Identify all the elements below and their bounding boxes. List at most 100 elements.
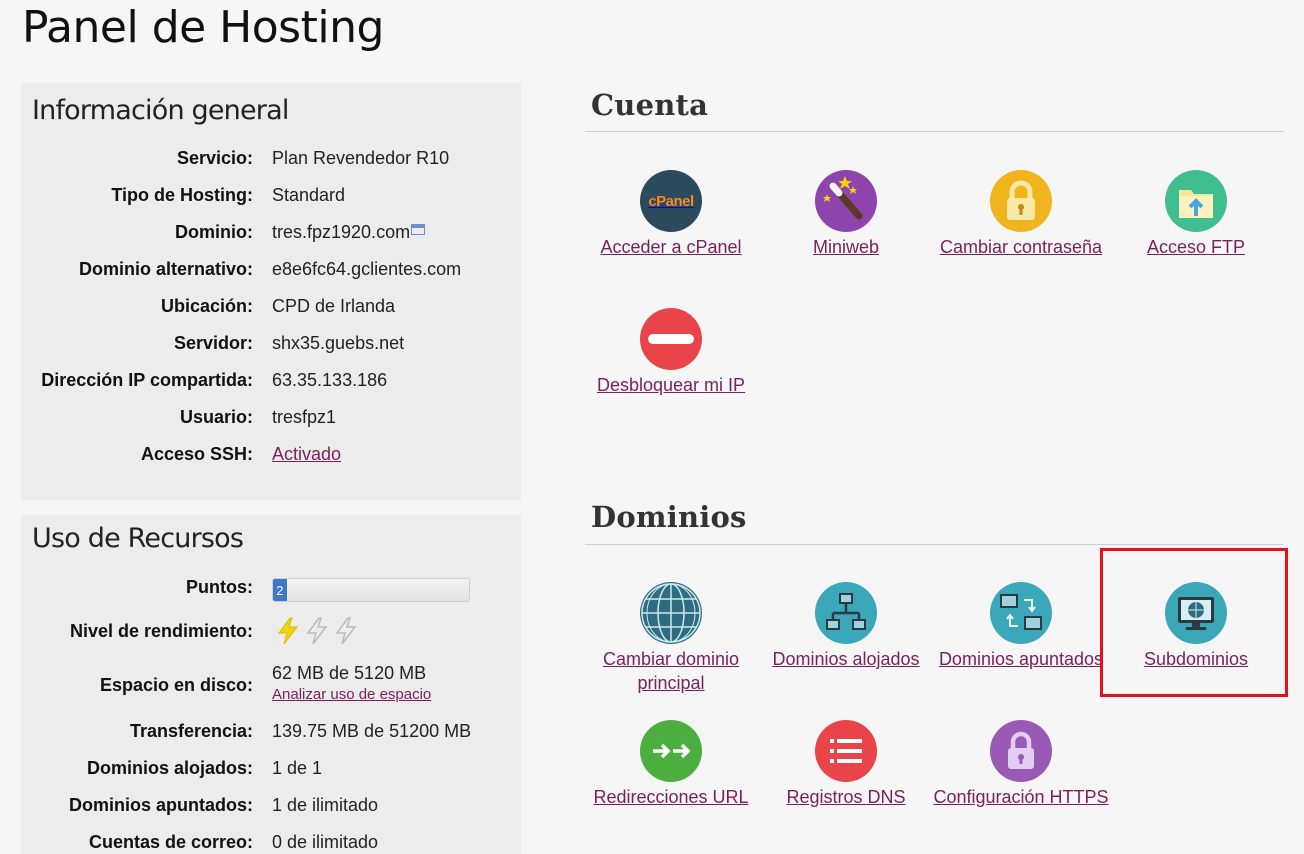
padlock-icon <box>990 720 1052 782</box>
domain-value: tres.fpz1920.com <box>272 222 411 242</box>
info-value: Standard <box>272 185 346 205</box>
info-label: Tipo de Hosting: <box>111 185 253 205</box>
resource-row-mail: Cuentas de correo: 0 de ilimitado <box>21 832 521 854</box>
info-value: Plan Revendedor R10 <box>272 148 450 168</box>
resource-label: Transferencia: <box>129 721 253 741</box>
monitors-sync-icon <box>990 582 1052 644</box>
arrows-right-icon <box>640 720 702 782</box>
info-label: Servicio: <box>176 148 253 168</box>
no-entry-bar <box>648 334 694 344</box>
tile-dns-records[interactable]: Registros DNS <box>758 720 934 809</box>
info-value: 63.35.133.186 <box>272 370 388 390</box>
tile-label: Acceso FTP <box>1146 237 1246 257</box>
info-value-wrap: tres.fpz1920.com <box>272 222 426 243</box>
lightning-bolt-icon <box>335 617 357 645</box>
tile-unblock-ip[interactable]: Desbloquear mi IP <box>583 308 759 397</box>
info-label: Servidor: <box>173 333 253 353</box>
disk-value-wrap: 62 MB de 5120 MB Analizar uso de espacio <box>272 663 431 703</box>
tile-pointed-domains[interactable]: Dominios apuntados <box>933 582 1109 671</box>
page-title: Panel de Hosting <box>22 2 384 53</box>
points-progress-bar: 2 <box>272 578 470 602</box>
tile-change-password[interactable]: Cambiar contraseña <box>933 170 1109 259</box>
general-info-panel: Información general Servicio: Plan Reven… <box>21 83 521 500</box>
disk-value: 62 MB de 5120 MB <box>272 663 427 683</box>
info-label: Ubicación: <box>160 296 253 316</box>
padlock-icon <box>990 170 1052 232</box>
resource-value: 0 de ilimitado <box>272 832 379 852</box>
info-row-ssh: Acceso SSH: Activado <box>21 444 521 474</box>
resource-label: Nivel de rendimiento: <box>69 621 253 641</box>
list-icon <box>815 720 877 782</box>
tile-ftp[interactable]: Acceso FTP <box>1108 170 1284 259</box>
resources-panel: Uso de Recursos Puntos: 2 Nivel de rendi… <box>21 515 521 854</box>
subdomains-highlight-box <box>1100 548 1288 697</box>
resource-row-hosted: Dominios alojados: 1 de 1 <box>21 758 521 788</box>
analyze-space-link[interactable]: Analizar uso de espacio <box>272 686 431 703</box>
lightning-bolt-icon <box>278 617 299 645</box>
cpanel-icon: cPanel <box>640 170 702 232</box>
info-value: e8e6fc64.gclientes.com <box>272 259 462 279</box>
info-row-service: Servicio: Plan Revendedor R10 <box>21 148 521 178</box>
performance-bolts <box>276 617 363 645</box>
section-divider <box>585 544 1284 545</box>
info-row-server: Servidor: shx35.guebs.net <box>21 333 521 363</box>
tile-change-main-domain[interactable]: Cambiar dominio principal <box>583 582 759 695</box>
info-row-location: Ubicación: CPD de Irlanda <box>21 296 521 326</box>
tile-miniweb[interactable]: Miniweb <box>758 170 934 259</box>
magic-wand-icon <box>815 170 877 232</box>
tile-label: Acceder a cPanel <box>600 237 742 257</box>
resource-value: 139.75 MB de 51200 MB <box>272 721 472 741</box>
info-label: Usuario: <box>179 407 253 427</box>
info-row-shared-ip: Dirección IP compartida: 63.35.133.186 <box>21 370 521 400</box>
tile-label: Cambiar contraseña <box>939 237 1103 257</box>
network-icon <box>815 582 877 644</box>
resource-row-disk: Espacio en disco: 62 MB de 5120 MB Anali… <box>21 663 521 711</box>
folder-upload-icon <box>1165 170 1227 232</box>
tile-https-config[interactable]: Configuración HTTPS <box>933 720 1109 809</box>
resource-label: Dominios apuntados: <box>69 795 253 815</box>
tile-label: Cambiar dominio principal <box>602 649 740 693</box>
info-row-alt-domain: Dominio alternativo: e8e6fc64.gclientes.… <box>21 259 521 289</box>
info-label: Dominio: <box>175 222 253 242</box>
resource-row-points: Puntos: 2 <box>21 577 521 607</box>
resource-value: 1 de ilimitado <box>272 795 379 815</box>
resource-row-pointed: Dominios apuntados: 1 de ilimitado <box>21 795 521 825</box>
resource-label: Espacio en disco: <box>99 675 253 695</box>
ssh-activated-link[interactable]: Activado <box>272 444 341 465</box>
resource-label: Puntos: <box>186 577 253 597</box>
info-row-domain: Dominio: tres.fpz1920.com <box>21 222 521 252</box>
section-divider <box>585 131 1284 132</box>
tile-label: Miniweb <box>812 237 880 257</box>
resource-value: 1 de 1 <box>272 758 323 778</box>
resource-label: Dominios alojados: <box>86 758 253 778</box>
tile-label: Dominios apuntados <box>938 649 1104 669</box>
tile-cpanel[interactable]: cPanel Acceder a cPanel <box>583 170 759 259</box>
info-label: Dominio alternativo: <box>78 259 253 279</box>
info-label: Acceso SSH: <box>140 444 253 464</box>
info-label: Dirección IP compartida: <box>41 370 253 390</box>
account-section-title: Cuenta <box>591 88 709 122</box>
external-window-icon[interactable] <box>411 224 426 235</box>
globe-icon <box>640 582 702 644</box>
info-value: tresfpz1 <box>272 407 337 427</box>
info-value: CPD de Irlanda <box>272 296 396 316</box>
no-entry-icon <box>640 308 702 370</box>
resource-label: Cuentas de correo: <box>88 832 253 852</box>
info-value: shx35.guebs.net <box>272 333 405 353</box>
points-progress-fill: 2 <box>273 579 287 601</box>
cpanel-icon-text: cPanel <box>648 192 694 210</box>
tile-url-redirects[interactable]: Redirecciones URL <box>583 720 759 809</box>
tile-label: Configuración HTTPS <box>933 787 1109 807</box>
tile-hosted-domains[interactable]: Dominios alojados <box>758 582 934 671</box>
info-row-hosting-type: Tipo de Hosting: Standard <box>21 185 521 215</box>
general-info-heading: Información general <box>32 95 289 126</box>
tile-label: Redirecciones URL <box>593 787 749 807</box>
tile-label: Dominios alojados <box>772 649 920 669</box>
resource-row-performance: Nivel de rendimiento: <box>21 617 521 653</box>
resource-row-transfer: Transferencia: 139.75 MB de 51200 MB <box>21 721 521 751</box>
tile-label: Desbloquear mi IP <box>596 375 746 395</box>
info-row-user: Usuario: tresfpz1 <box>21 407 521 437</box>
resources-heading: Uso de Recursos <box>32 523 244 554</box>
domains-section-title: Dominios <box>591 500 747 534</box>
tile-label: Registros DNS <box>786 787 906 807</box>
